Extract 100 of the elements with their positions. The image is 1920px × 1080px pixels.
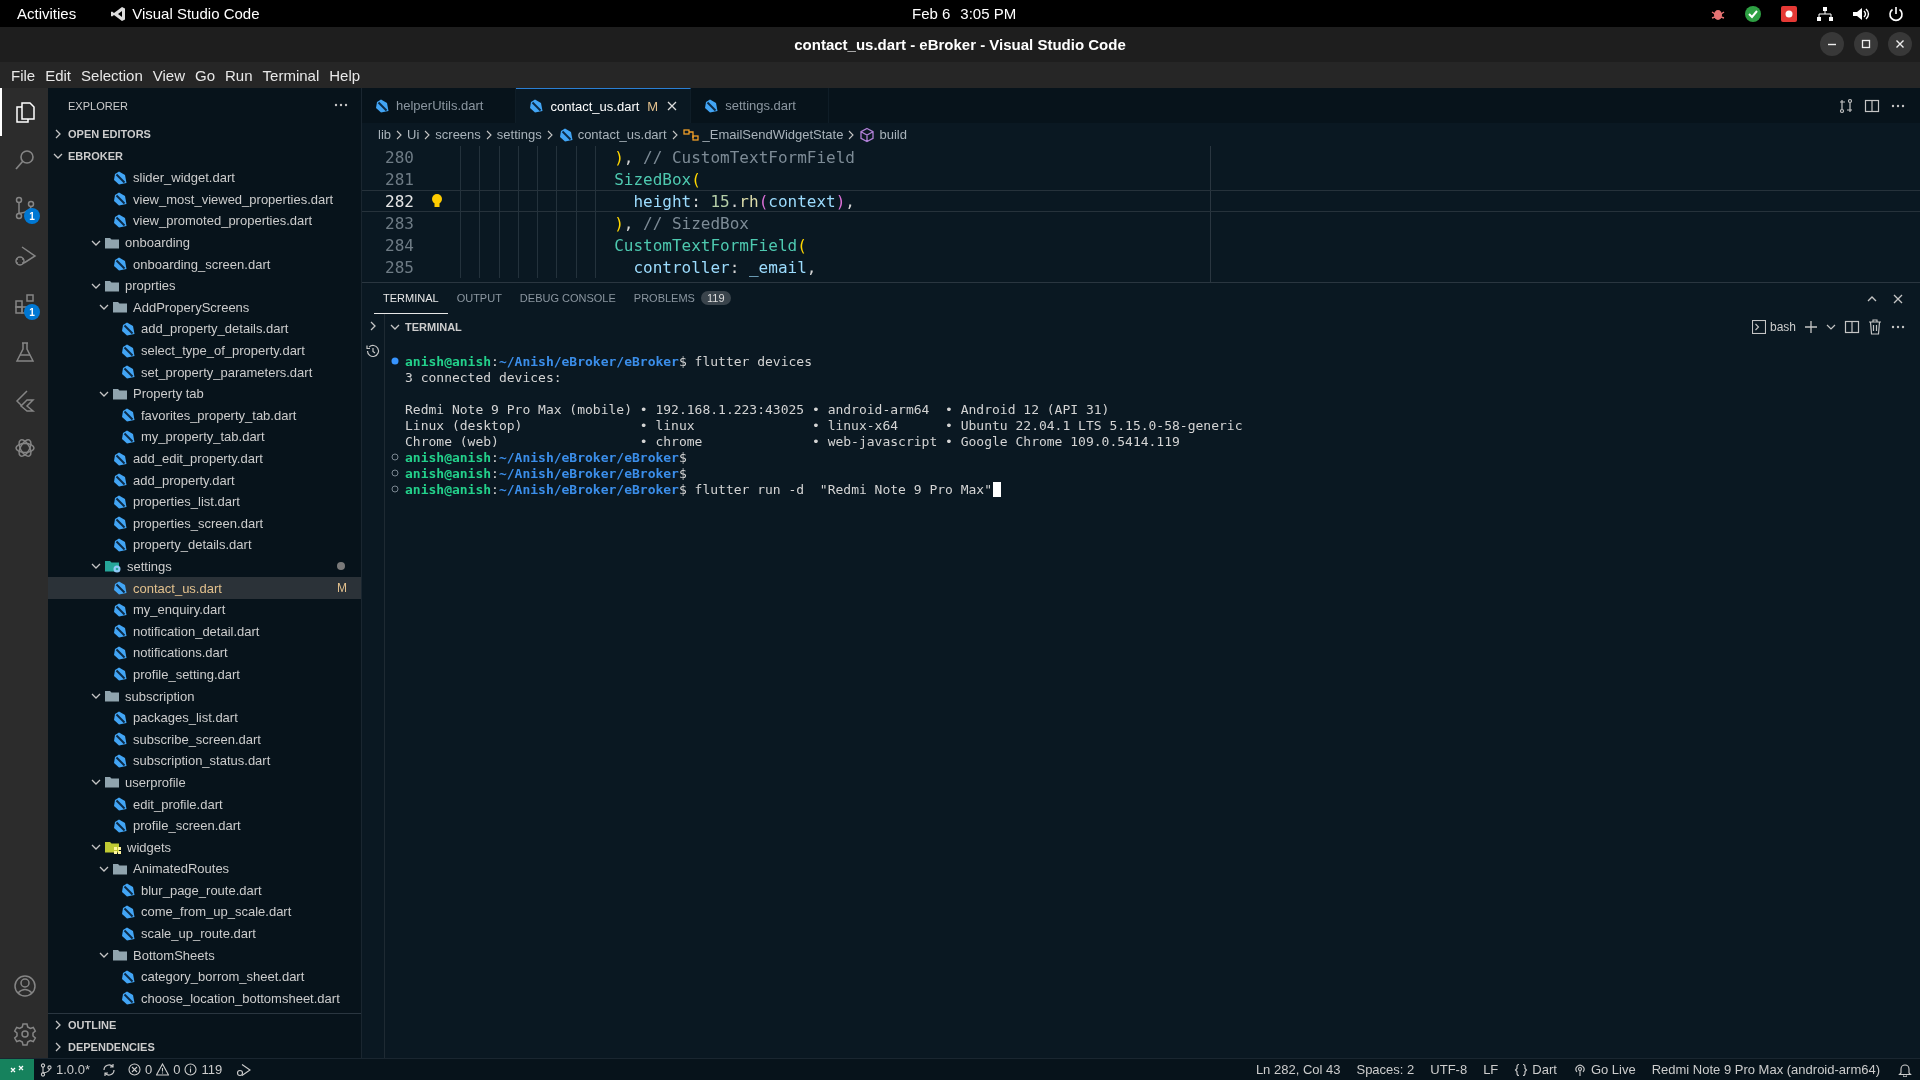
account-icon[interactable] xyxy=(13,974,37,998)
search-icon[interactable] xyxy=(13,148,37,172)
menu-item[interactable]: Go xyxy=(190,66,220,84)
breadcrumb-item[interactable]: Ui xyxy=(407,127,420,142)
status-item[interactable]: LF xyxy=(1477,1058,1505,1080)
close-icon[interactable] xyxy=(1888,32,1912,56)
tree-item[interactable]: onboarding_screen.dart xyxy=(48,253,361,275)
editor-tab[interactable]: contact_us.dart M xyxy=(516,88,692,123)
breadcrumb-item[interactable]: build xyxy=(859,126,907,143)
breadcrumb-item[interactable]: lib xyxy=(378,127,391,142)
tree-item[interactable]: scale_up_route.dart xyxy=(48,922,361,945)
flask-icon[interactable] xyxy=(13,340,37,364)
trash-icon[interactable] xyxy=(1868,318,1882,335)
run-debug-icon[interactable] xyxy=(13,244,37,268)
section-header[interactable]: DEPENDENCIES xyxy=(48,1036,361,1058)
remote-button[interactable] xyxy=(0,1058,34,1080)
activities-button[interactable]: Activities xyxy=(17,5,77,22)
tree-item[interactable]: my_property_tab.dart xyxy=(48,426,361,448)
tree-item[interactable]: proprties xyxy=(48,274,361,297)
lightbulb-icon[interactable] xyxy=(431,193,443,209)
tree-item[interactable]: my_enquiry.dart xyxy=(48,598,361,621)
tree-item[interactable]: add_property_details.dart xyxy=(48,318,361,340)
tree-item[interactable]: AnimatedRoutes xyxy=(48,858,361,880)
tree-item[interactable]: category_borrom_sheet.dart xyxy=(48,965,361,988)
tree-item[interactable]: favorites_property_tab.dart xyxy=(48,404,361,427)
menu-item[interactable]: Edit xyxy=(40,66,77,84)
chevron-stack-icon[interactable] xyxy=(13,388,37,412)
volume-icon[interactable] xyxy=(1852,5,1870,22)
tree-item[interactable]: set_property_parameters.dart xyxy=(48,361,361,383)
tree-item[interactable]: AddProperyScreens xyxy=(48,296,361,319)
panel-tab[interactable]: DEBUG CONSOLE xyxy=(510,283,625,314)
menu-item[interactable]: Run xyxy=(220,66,258,84)
split-terminal-icon[interactable] xyxy=(1844,318,1860,335)
minimize-icon[interactable] xyxy=(1820,32,1844,56)
breadcrumb-item[interactable]: screens xyxy=(435,127,481,142)
knot-icon[interactable] xyxy=(13,436,37,460)
panel-tab[interactable]: PROBLEMS 119 xyxy=(624,283,740,314)
panel-tab[interactable]: TERMINAL xyxy=(374,283,448,314)
tree-item[interactable]: subscription xyxy=(48,685,361,707)
tree-item[interactable]: view_promoted_properties.dart xyxy=(48,210,361,232)
tree-item[interactable]: subscribe_screen.dart xyxy=(48,728,361,751)
tree-item[interactable]: add_property.dart xyxy=(48,469,361,491)
menu-item[interactable]: View xyxy=(147,66,190,84)
split-editor-icon[interactable] xyxy=(1864,97,1880,114)
share-run-icon[interactable] xyxy=(236,1062,253,1077)
tree-item[interactable]: widgets xyxy=(48,836,361,858)
tree-item[interactable]: BottomSheets xyxy=(48,944,361,966)
tree-item[interactable]: view_most_viewed_properties.dart xyxy=(48,188,361,211)
tree-item[interactable]: userprofile xyxy=(48,771,361,794)
bell-icon[interactable] xyxy=(1898,1062,1912,1077)
power-icon[interactable] xyxy=(1888,5,1904,22)
section-header[interactable]: OUTLINE xyxy=(48,1014,361,1036)
section-header[interactable]: OPEN EDITORS xyxy=(48,123,361,145)
shell-selector[interactable]: bash xyxy=(1751,319,1796,334)
tree-item[interactable]: notification_detail.dart xyxy=(48,620,361,643)
tree-item[interactable]: property_details.dart xyxy=(48,534,361,556)
language-status[interactable]: Dart xyxy=(1508,1058,1563,1080)
tree-item[interactable]: slider_widget.dart xyxy=(48,167,361,189)
tree-item[interactable]: onboarding xyxy=(48,231,361,254)
menu-item[interactable]: Terminal xyxy=(257,66,325,84)
tree-item[interactable]: come_from_up_scale.dart xyxy=(48,901,361,923)
tree-item[interactable]: select_type_of_property.dart xyxy=(48,339,361,362)
tree-item[interactable]: settings xyxy=(48,555,361,578)
tree-item[interactable]: properties_list.dart xyxy=(48,490,361,513)
status-item[interactable]: Redmi Note 9 Pro Max (android-arm64) xyxy=(1645,1058,1886,1080)
breadcrumb-item[interactable]: _EmailSendWidgetState xyxy=(682,126,844,143)
problems-status[interactable]: 0 0 119 xyxy=(122,1058,229,1080)
history-icon[interactable] xyxy=(365,343,381,359)
section-header[interactable]: EBROKER xyxy=(48,145,361,167)
files-icon[interactable] xyxy=(13,100,37,124)
extensions-icon[interactable] xyxy=(13,292,37,316)
tree-item[interactable]: profile_setting.dart xyxy=(48,663,361,686)
branch-status[interactable]: 1.0.0* xyxy=(34,1058,96,1080)
tree-item[interactable]: subscription_status.dart xyxy=(48,750,361,772)
tree-item[interactable]: edit_profile.dart xyxy=(48,793,361,815)
editor-tab[interactable]: settings.dart xyxy=(691,88,829,123)
menu-item[interactable]: Help xyxy=(324,66,366,84)
breadcrumb-item[interactable]: contact_us.dart xyxy=(557,126,667,143)
settings-icon[interactable] xyxy=(13,1022,37,1046)
network-icon[interactable] xyxy=(1816,5,1834,22)
clock[interactable]: Feb 6 3:05 PM xyxy=(912,5,1017,22)
menu-item[interactable]: File xyxy=(6,66,41,84)
breadcrumb-item[interactable]: settings xyxy=(496,127,542,142)
maximize-icon[interactable] xyxy=(1854,32,1878,56)
tree-item[interactable]: contact_us.dart M xyxy=(48,577,361,599)
tree-item[interactable]: notifications.dart xyxy=(48,642,361,664)
menu-item[interactable]: Selection xyxy=(76,66,148,84)
panel-tab[interactable]: OUTPUT xyxy=(447,283,511,314)
tree-item[interactable]: profile_screen.dart xyxy=(48,814,361,837)
record-icon[interactable] xyxy=(1780,4,1798,23)
sync-icon[interactable] xyxy=(102,1062,116,1077)
status-item[interactable]: UTF-8 xyxy=(1424,1058,1474,1080)
tree-item[interactable]: Property tab xyxy=(48,382,361,405)
plus-icon[interactable] xyxy=(1804,319,1818,334)
tree-item[interactable]: add_edit_property.dart xyxy=(48,447,361,470)
tree-item[interactable]: packages_list.dart xyxy=(48,706,361,729)
status-item[interactable]: Spaces: 2 xyxy=(1350,1058,1421,1080)
tree-item[interactable]: choose_location_bottomsheet.dart xyxy=(48,987,361,1010)
go-live-button[interactable]: Go Live xyxy=(1566,1058,1642,1080)
compare-changes-icon[interactable] xyxy=(1838,97,1854,114)
